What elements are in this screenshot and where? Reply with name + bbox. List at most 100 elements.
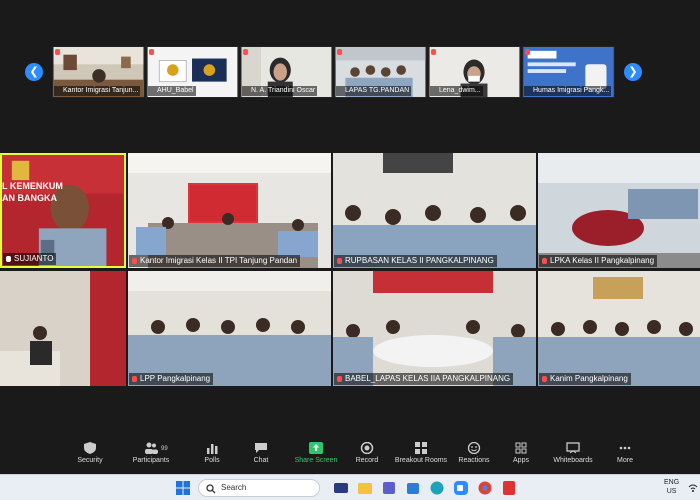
- store-icon[interactable]: [405, 480, 421, 496]
- thumbnail-name: Humas Imigrasi Pangk...: [524, 86, 612, 96]
- chat-icon: [255, 443, 267, 453]
- whiteboard-icon: [566, 442, 580, 454]
- thumbnail-name: N. A. Triandini Oscar: [242, 86, 318, 96]
- mic-muted-icon: [337, 49, 342, 55]
- wifi-icon[interactable]: [688, 483, 698, 493]
- participant-name: SUJIANTO: [14, 254, 54, 263]
- teams-icon[interactable]: [381, 480, 397, 496]
- people-icon: [145, 442, 158, 454]
- breakout-rooms-label: Breakout Rooms: [394, 457, 448, 464]
- mic-muted-icon: [337, 376, 342, 382]
- participant-count: 99: [161, 446, 168, 452]
- video-feed: [0, 271, 126, 386]
- video-feed: [538, 153, 700, 268]
- zoom-app-icon[interactable]: [453, 480, 469, 496]
- mic-icon: [6, 256, 11, 262]
- mic-muted-icon: [542, 376, 547, 382]
- video-tile[interactable]: LPKA Kelas II Pangkalpinang: [538, 153, 700, 268]
- windows-taskbar: Search ENG US: [0, 474, 700, 500]
- mic-muted-icon: [55, 49, 60, 55]
- search-icon: [206, 484, 216, 494]
- video-tile[interactable]: Kantor Imigrasi Kelas II TPI Tanjung Pan…: [128, 153, 331, 268]
- chat-label: Chat: [253, 457, 269, 464]
- video-feed: [128, 271, 331, 386]
- video-tile[interactable]: BABEL_LAPAS KELAS IIA PANGKALPINANG: [333, 271, 536, 386]
- search-label: Search: [221, 483, 247, 492]
- more-button[interactable]: More: [595, 442, 655, 464]
- participant-label: BABEL_LAPAS KELAS IIA PANGKALPINANG: [334, 373, 514, 385]
- banner-text: L KEMENKUM: [2, 181, 63, 191]
- video-tile[interactable]: RUPBASAN KELAS II PANGKALPINANG: [333, 153, 536, 268]
- video-feed: [333, 271, 536, 386]
- apps-icon: [515, 442, 527, 454]
- video-feed: [128, 153, 331, 268]
- strip-prev-button[interactable]: ❮: [25, 63, 43, 81]
- video-tile[interactable]: LPP Pangkalpinang: [128, 271, 331, 386]
- participant-name: LPKA Kelas II Pangkalpinang: [550, 256, 655, 265]
- video-feed: [2, 155, 124, 266]
- record-button[interactable]: Record: [337, 442, 397, 464]
- participant-label: SUJIANTO: [3, 253, 57, 265]
- mic-muted-icon: [431, 49, 436, 55]
- video-feed: [538, 271, 700, 386]
- participants-label: Participants: [132, 457, 170, 464]
- video-feed: [333, 153, 536, 268]
- participant-label: LPP Pangkalpinang: [129, 373, 214, 385]
- more-label: More: [617, 457, 633, 464]
- video-tile-active-speaker[interactable]: L KEMENKUM AN BANGKA SUJIANTO: [0, 153, 126, 268]
- participant-name: LPP Pangkalpinang: [140, 374, 211, 383]
- participant-name: BABEL_LAPAS KELAS IIA PANGKALPINANG: [345, 374, 511, 383]
- apps-button[interactable]: Apps: [491, 442, 551, 464]
- chevron-left-icon: ❮: [29, 65, 39, 78]
- participant-label: RUPBASAN KELAS II PANGKALPINANG: [334, 255, 497, 267]
- reactions-icon: [467, 442, 481, 454]
- zoom-meeting-window: ❮ Kantor Imigrasi Tanjun... AHU_Babel N.…: [0, 0, 700, 500]
- mic-muted-icon: [149, 49, 154, 55]
- shield-icon: [84, 442, 96, 454]
- video-tile[interactable]: [0, 271, 126, 386]
- video-tile[interactable]: Kanim Pangkalpinang: [538, 271, 700, 386]
- record-icon: [360, 442, 374, 454]
- thumbnail-participant[interactable]: LAPAS TG.PANDAN: [334, 46, 427, 98]
- participant-strip: ❮ Kantor Imigrasi Tanjun... AHU_Babel N.…: [0, 40, 700, 102]
- thumbnail-name: AHU_Babel: [148, 86, 196, 96]
- thumbnail-participant[interactable]: AHU_Babel: [146, 46, 239, 98]
- mic-muted-icon: [337, 258, 342, 264]
- share-screen-icon: [309, 442, 323, 454]
- thumbnail-participant[interactable]: Humas Imigrasi Pangk...: [522, 46, 615, 98]
- banner-text: AN BANGKA: [2, 193, 57, 203]
- taskbar-search[interactable]: Search: [198, 479, 320, 497]
- participant-name: Kanim Pangkalpinang: [550, 374, 628, 383]
- file-explorer-icon[interactable]: [357, 480, 373, 496]
- whiteboards-button[interactable]: Whiteboards: [543, 442, 603, 464]
- thumbnail-participant[interactable]: N. A. Triandini Oscar: [240, 46, 333, 98]
- whiteboards-label: Whiteboards: [553, 457, 593, 464]
- record-label: Record: [355, 457, 379, 464]
- chevron-right-icon: ❯: [628, 65, 638, 78]
- chat-button[interactable]: Chat: [231, 442, 291, 464]
- security-label: Security: [77, 457, 103, 464]
- participant-label: Kanim Pangkalpinang: [539, 373, 631, 385]
- participant-label: Kantor Imigrasi Kelas II TPI Tanjung Pan…: [129, 255, 301, 267]
- thumbnail-participant[interactable]: Lena_dwim...: [428, 46, 521, 98]
- security-button[interactable]: Security: [60, 442, 120, 464]
- meeting-toolbar: Security 99 Participants Polls Chat Shar…: [0, 440, 700, 470]
- participant-name: RUPBASAN KELAS II PANGKALPINANG: [345, 256, 494, 265]
- language-indicator[interactable]: ENG US: [664, 478, 679, 496]
- chrome-icon[interactable]: [477, 480, 493, 496]
- breakout-rooms-icon: [415, 442, 427, 454]
- thumbnail-participant[interactable]: Kantor Imigrasi Tanjun...: [52, 46, 145, 98]
- region-code: US: [666, 488, 677, 495]
- task-view-icon[interactable]: [333, 480, 349, 496]
- breakout-rooms-button[interactable]: Breakout Rooms: [391, 442, 451, 464]
- mic-muted-icon: [542, 258, 547, 264]
- thumbnail-name: Kantor Imigrasi Tanjun...: [54, 86, 141, 96]
- participants-button[interactable]: 99 Participants: [121, 442, 181, 464]
- edge-icon[interactable]: [429, 480, 445, 496]
- pdf-reader-icon[interactable]: [501, 480, 517, 496]
- thumbnail-name: Lena_dwim...: [430, 86, 483, 96]
- strip-next-button[interactable]: ❯: [624, 63, 642, 81]
- windows-start-icon[interactable]: [175, 480, 191, 496]
- language-code: ENG: [664, 479, 680, 486]
- mic-muted-icon: [525, 49, 530, 55]
